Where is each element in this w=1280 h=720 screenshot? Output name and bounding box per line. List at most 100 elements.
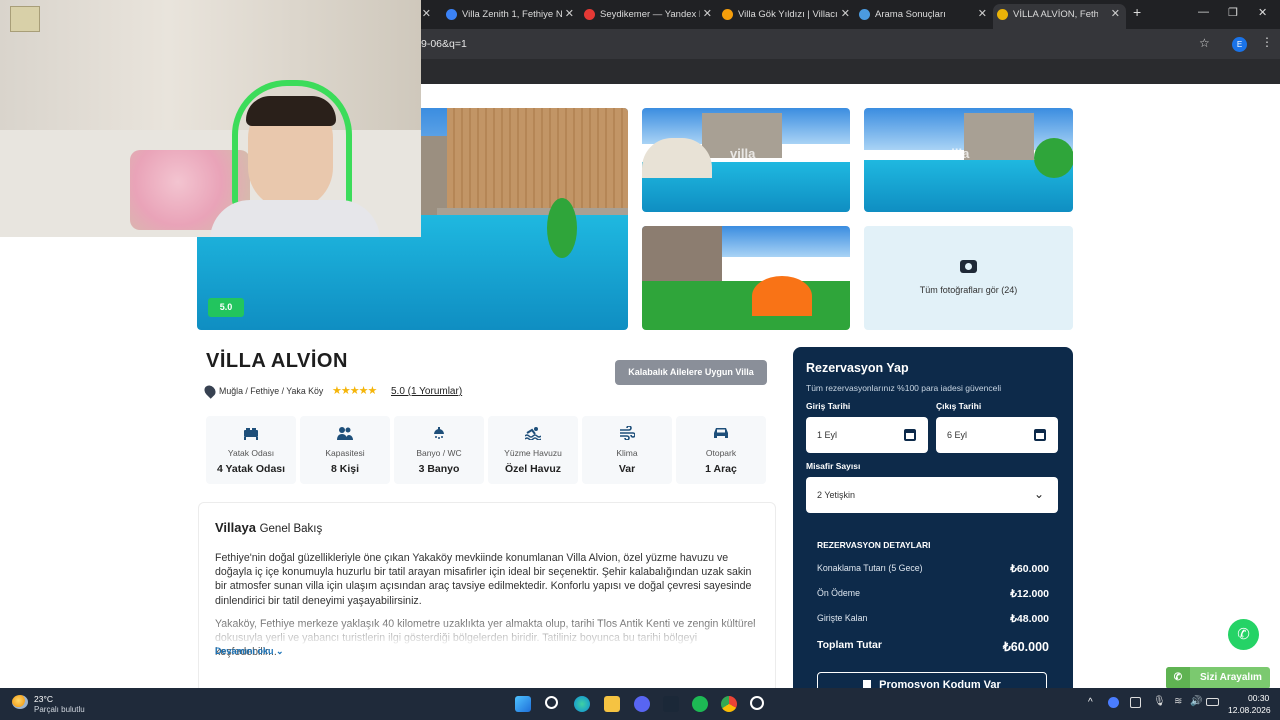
gallery-photo-2[interactable]: villa (864, 108, 1073, 212)
price-row: Ön Ödeme ₺12.000 (817, 588, 1049, 600)
checkbox-icon (863, 680, 872, 688)
battery-icon[interactable] (1206, 698, 1219, 706)
tab-title: Villa Gök Yıldızı | Villacı (738, 9, 838, 20)
tray-sync-icon[interactable] (1130, 697, 1141, 708)
close-window-icon[interactable]: ✕ (1258, 6, 1267, 19)
guests-select[interactable]: 2 Yetişkin ⌄ (806, 477, 1058, 513)
checkout-input[interactable]: 6 Eyl (936, 417, 1058, 453)
shower-icon (434, 427, 444, 439)
clock-date[interactable]: 12.08.2026 (1228, 705, 1271, 715)
rating-badge: 5.0 (208, 298, 244, 317)
calendar-icon (904, 429, 916, 441)
discord-icon[interactable] (634, 696, 650, 712)
tag-button[interactable]: Kalabalık Ailelere Uygun Villa (615, 360, 767, 385)
search-icon[interactable] (545, 696, 558, 709)
feature-capacity: Kapasitesi 8 Kişi (300, 416, 390, 484)
bookmark-star-icon[interactable]: ☆ (1199, 36, 1210, 50)
tab-close-icon[interactable]: ✕ (841, 4, 850, 25)
feature-label: Yüzme Havuzu (504, 448, 562, 458)
wall-item (10, 6, 40, 32)
browser-menu-icon[interactable]: ⋮ (1261, 35, 1273, 49)
price-value: ₺12.000 (1010, 588, 1049, 600)
feature-label: Banyo / WC (416, 448, 462, 458)
whatsapp-icon[interactable]: ✆ (1228, 619, 1259, 650)
pool-icon (525, 427, 541, 440)
tab-villa-gok-yildizi[interactable]: Villa Gök Yıldızı | Villacı ✕ (718, 4, 856, 29)
tray-chevron-icon[interactable]: ^ (1088, 697, 1093, 708)
price-value: ₺48.000 (1010, 613, 1049, 625)
volume-icon[interactable]: 🔊 (1190, 696, 1202, 707)
tab-close-icon[interactable]: ✕ (978, 4, 987, 25)
shirt (210, 200, 380, 237)
tab-villa-zenith[interactable]: Villa Zenith 1, Fethiye N ✕ (442, 4, 580, 29)
feature-value: 4 Yatak Odası (216, 463, 286, 475)
tab-seydikemer[interactable]: Seydikemer — Yandex N ✕ (580, 4, 718, 29)
overview-heading-bold: Villaya (215, 520, 256, 535)
checkin-input[interactable]: 1 Eyl (806, 417, 928, 453)
checkin-value: 1 Eyl (817, 430, 838, 440)
promo-code-button[interactable]: Promosyon Kodum Var (817, 672, 1047, 688)
tab-title: VİLLA ALVİON, Fethiye (1013, 9, 1098, 20)
bed-icon (244, 428, 258, 440)
tab-favicon-icon (446, 9, 457, 20)
tab-close-icon[interactable]: ✕ (703, 4, 712, 25)
chrome-icon[interactable] (721, 696, 737, 712)
profile-avatar[interactable]: E (1232, 37, 1247, 52)
tray-app-icon[interactable] (1108, 697, 1119, 708)
wifi-icon[interactable]: ≋ (1174, 696, 1182, 707)
feature-pool: Yüzme Havuzu Özel Havuz (488, 416, 578, 484)
checkin-label: Giriş Tarihi (806, 401, 851, 411)
feature-parking: Otopark 1 Araç (676, 416, 766, 484)
tab-close-icon[interactable]: ✕ (1111, 4, 1120, 25)
watermark-logo: villa (944, 146, 970, 161)
price-row: Konaklama Tutarı (5 Gece) ₺60.000 (817, 563, 1049, 575)
obs-icon[interactable] (750, 696, 764, 710)
reservation-subtitle: Tüm rezervasyonlarınız %100 para iadesi … (806, 383, 1002, 393)
new-tab-button[interactable]: + (1133, 4, 1141, 20)
spotify-icon[interactable] (692, 696, 708, 712)
read-more-label: Devamını oku (215, 646, 274, 656)
tab-favicon-icon (997, 9, 1008, 20)
file-explorer-icon[interactable] (604, 696, 620, 712)
feature-ac: Klima Var (582, 416, 672, 484)
location-pin-icon (202, 383, 218, 399)
steam-icon[interactable] (663, 696, 679, 712)
tab-title: Seydikemer — Yandex N (600, 9, 700, 20)
text-fade-overlay (200, 619, 770, 647)
feature-value: 8 Kişi (330, 463, 359, 475)
clock-time[interactable]: 00:30 (1248, 693, 1269, 703)
feature-bathrooms: Banyo / WC 3 Banyo (394, 416, 484, 484)
edge-icon[interactable] (574, 696, 590, 712)
callback-button[interactable]: ✆ Sizi Arayalım (1166, 667, 1270, 688)
total-value: ₺60.000 (1002, 640, 1049, 654)
car-icon (714, 428, 728, 438)
reviews-link[interactable]: 5.0 (1 Yorumlar) (391, 386, 462, 397)
camera-icon (960, 260, 977, 273)
details-title: REZERVASYON DETAYLARI (817, 540, 931, 550)
feature-value: Var (618, 463, 636, 475)
price-value: ₺60.000 (1010, 563, 1049, 575)
watermark-logo: villa (730, 146, 756, 161)
price-row: Girişte Kalan ₺48.000 (817, 613, 1049, 625)
microphone-icon[interactable]: 🎙 (1153, 696, 1166, 707)
tab-villa-alvion[interactable]: VİLLA ALVİON, Fethiye ✕ (993, 4, 1126, 29)
tab-title: Villa Zenith 1, Fethiye N (462, 9, 562, 20)
gallery-photo-1[interactable]: villa (642, 108, 850, 212)
gallery-photo-3[interactable]: villa (642, 226, 850, 330)
location-text: Muğla / Fethiye / Yaka Köy (219, 386, 324, 396)
minimize-icon[interactable]: — (1198, 6, 1209, 18)
tab-close-icon[interactable]: ✕ (565, 4, 574, 25)
tab-arama-sonuclari[interactable]: Arama Sonuçları ✕ (855, 4, 993, 29)
phone-icon: ✆ (1166, 667, 1190, 688)
guests-label: Misafir Sayısı (806, 461, 861, 471)
read-more-link[interactable]: Devamını oku ⌄ (215, 646, 284, 657)
all-photos-button[interactable]: Tüm fotoğrafları gör (24) (864, 226, 1073, 330)
weather-icon[interactable] (12, 695, 28, 709)
windows-start-icon[interactable] (515, 696, 531, 712)
feature-label: Klima (616, 448, 638, 458)
restore-icon[interactable]: ❐ (1228, 6, 1238, 19)
hair (246, 96, 336, 126)
watermark-logo: villa (732, 264, 758, 279)
tab-title: Arama Sonuçları (875, 9, 946, 20)
url-text[interactable]: 9-06&q=1 (421, 38, 467, 50)
